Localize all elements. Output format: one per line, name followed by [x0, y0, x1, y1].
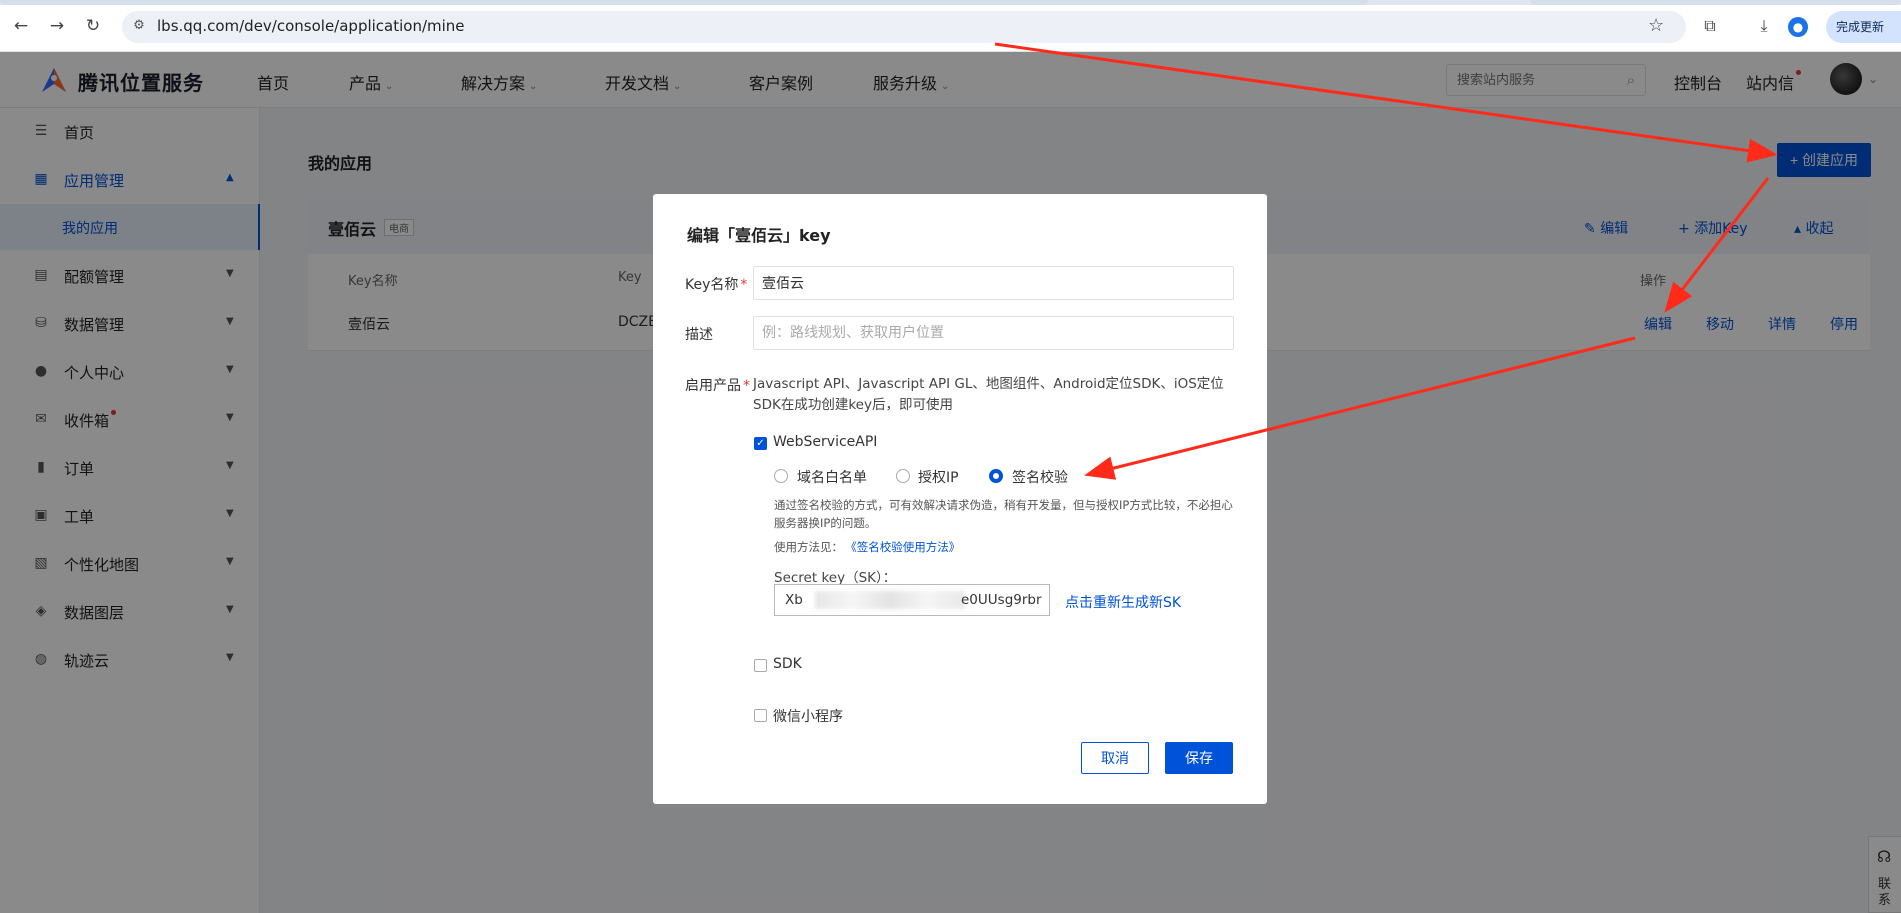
back-icon[interactable]: ←: [9, 14, 33, 38]
secret-key-label: Secret key（SK）：: [774, 570, 897, 586]
key-name-label: Key名称 *: [685, 274, 747, 294]
webservice-label[interactable]: WebServiceAPI: [773, 434, 877, 450]
secret-key-suffix: e0UUsg9rbr: [961, 592, 1042, 608]
usage-line: 使用方法见： 《签名校验使用方法》: [774, 539, 960, 555]
key-name-input[interactable]: [753, 266, 1234, 300]
forward-icon[interactable]: →: [45, 14, 69, 38]
browser-bar: ← → ↻ ⚙ lbs.qq.com/dev/console/applicati…: [0, 0, 1901, 52]
dialog-title: 编辑「壹佰云」key: [687, 226, 831, 245]
regenerate-sk-link[interactable]: 点击重新生成新SK: [1065, 592, 1181, 612]
signature-hint: 通过签名校验的方式，可有效解决请求伪造，稍有开发量，但与授权IP方式比较，不必担…: [774, 498, 1233, 530]
radio-signature-label[interactable]: 签名校验: [1012, 467, 1068, 487]
tab-strip: [0, 0, 1901, 5]
tab-1[interactable]: [0, 0, 1368, 5]
radio-signature[interactable]: [989, 469, 1003, 483]
radio-domain-whitelist[interactable]: [774, 469, 788, 483]
radio-authorized-ip-label[interactable]: 授权IP: [918, 467, 959, 487]
redacted-blur: [815, 591, 965, 609]
sdk-checkbox[interactable]: [754, 659, 767, 672]
webservice-checkbox[interactable]: ✓: [754, 437, 767, 450]
desc-label: 描述: [685, 327, 713, 343]
tab-2[interactable]: [1530, 0, 1901, 5]
desc-input[interactable]: [753, 316, 1234, 350]
update-button[interactable]: 完成更新: [1826, 11, 1901, 43]
edit-key-dialog: 编辑「壹佰云」key Key名称* 描述 启用产品* Javascript AP…: [653, 194, 1267, 804]
extensions-icon[interactable]: ⧉: [1698, 14, 1722, 38]
secret-key-prefix: Xb: [785, 592, 803, 608]
miniprogram-checkbox[interactable]: [754, 709, 767, 722]
secret-key-field[interactable]: Xb e0UUsg9rbr: [774, 584, 1050, 616]
save-button[interactable]: 保存: [1165, 742, 1233, 774]
products-label: 启用产品 *: [685, 375, 750, 395]
site-info-icon[interactable]: ⚙: [128, 15, 150, 37]
cancel-button[interactable]: 取消: [1081, 742, 1149, 774]
miniprogram-label[interactable]: 微信小程序: [773, 706, 843, 726]
required-mark: *: [743, 378, 750, 394]
radio-authorized-ip[interactable]: [896, 469, 910, 483]
download-icon[interactable]: ⤓: [1752, 14, 1776, 38]
radio-domain-whitelist-label[interactable]: 域名白名单: [797, 467, 867, 487]
usage-link[interactable]: 《签名校验使用方法》: [851, 540, 960, 554]
bookmark-star-icon[interactable]: ☆: [1648, 15, 1664, 36]
products-label-text: 启用产品: [685, 378, 741, 394]
key-name-label-text: Key名称: [685, 277, 739, 293]
required-mark: *: [740, 277, 748, 293]
products-desc: Javascript API、Javascript API GL、地图组件、An…: [753, 376, 1224, 413]
profile-icon[interactable]: ●: [1788, 17, 1808, 37]
url-text[interactable]: lbs.qq.com/dev/console/application/mine: [157, 17, 465, 35]
usage-label: 使用方法见：: [774, 540, 843, 554]
sdk-label[interactable]: SDK: [773, 656, 802, 672]
reload-icon[interactable]: ↻: [81, 14, 105, 38]
